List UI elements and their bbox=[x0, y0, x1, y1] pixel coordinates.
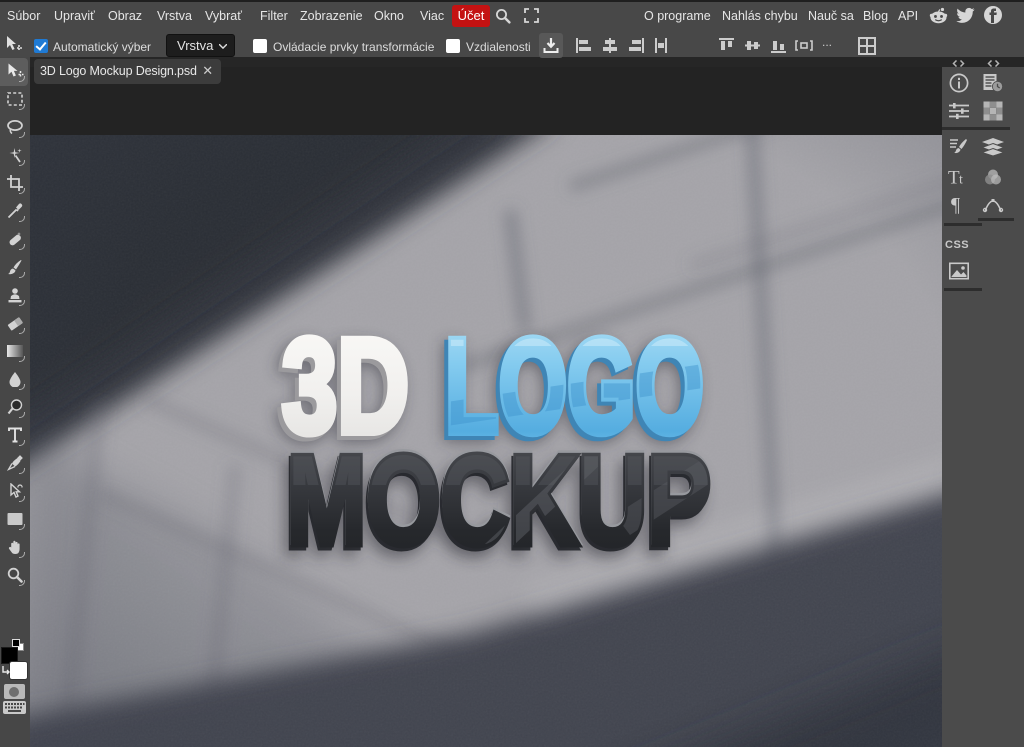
svg-text:t: t bbox=[959, 173, 963, 187]
svg-text:¶: ¶ bbox=[951, 195, 960, 215]
